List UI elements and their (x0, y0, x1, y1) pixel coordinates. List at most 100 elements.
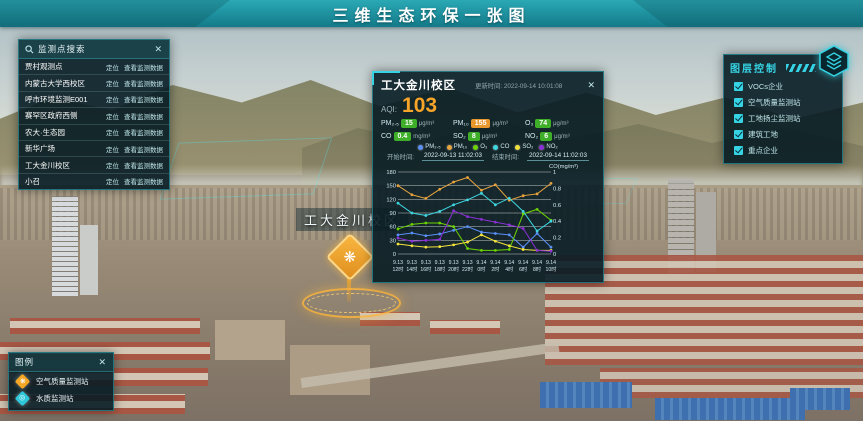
station-list-item[interactable]: 小召 定位 查看监测数据 (19, 173, 169, 189)
legend-label: CO (500, 144, 509, 150)
marker-diamond-icon: ❋ (15, 374, 31, 390)
station-locate-link[interactable]: 定位 (106, 94, 119, 104)
station-list-item[interactable]: 新华广场 定位 查看监测数据 (19, 140, 169, 156)
svg-text:CO(mg/m³): CO(mg/m³) (549, 164, 578, 170)
svg-text:6时: 6时 (519, 265, 527, 273)
pollutant-cell: SO₂ 8 μg/m³ (453, 132, 523, 141)
app-header: 三维生态环保一张图 (0, 0, 863, 27)
checkbox-checked-icon[interactable] (734, 98, 743, 107)
aqi-value: 103 (402, 95, 437, 116)
start-time-input[interactable]: 2022-09-13 11:02:03 (422, 152, 484, 161)
marker-glyph: ❋ (20, 378, 26, 385)
station-list-item[interactable]: 农大·生态园 定位 查看监测数据 (19, 124, 169, 140)
close-icon[interactable]: ✕ (98, 358, 107, 367)
pollutant-cell: O₃ 74 μg/m³ (525, 119, 595, 128)
station-list-item[interactable]: 呼市环境监测E001 定位 查看监测数据 (19, 91, 169, 107)
layers-hex-button[interactable] (817, 44, 851, 78)
pollutant-name: CO (381, 133, 392, 140)
pollutant-value-badge: 74 (535, 119, 551, 128)
station-name: 新华广场 (25, 143, 106, 154)
svg-text:10时: 10时 (546, 265, 557, 273)
layer-toggle-row[interactable]: VOCs企业 (724, 78, 842, 94)
pollutant-name: NO₂ (525, 133, 538, 140)
update-time-value: 2022-09-14 10:01:08 (504, 83, 562, 90)
checkbox-checked-icon[interactable] (734, 146, 743, 155)
legend-entry[interactable]: NO₂ (539, 144, 557, 150)
station-locate-link[interactable]: 定位 (106, 62, 119, 72)
layer-toggle-row[interactable]: 空气质量监测站 (724, 94, 842, 110)
layer-label: 重点企业 (748, 145, 778, 156)
time-range-row: 开始时间: 2022-09-13 11:02:03 结束时间: 2022-09-… (381, 152, 595, 161)
checkbox-checked-icon[interactable] (734, 130, 743, 139)
station-locate-link[interactable]: 定位 (106, 111, 119, 121)
pollutant-name: O₃ (525, 120, 533, 127)
svg-text:9.13: 9.13 (435, 260, 445, 266)
warehouse-blue (790, 388, 850, 410)
legend-entry[interactable]: PM₁₀ (447, 144, 468, 150)
station-locate-link[interactable]: 定位 (106, 176, 119, 186)
station-panel-title: 监测点搜索 (38, 43, 86, 55)
station-list-item[interactable]: 赛罕区政府西侧 定位 查看监测数据 (19, 107, 169, 123)
layer-label: 工地扬尘监测站 (748, 113, 801, 124)
legend-dot (515, 145, 520, 150)
legend-entry[interactable]: O₃ (473, 144, 487, 150)
layer-toggle-row[interactable]: 重点企业 (724, 142, 842, 158)
legend-dot (539, 145, 544, 150)
station-data-link[interactable]: 查看监测数据 (124, 62, 163, 72)
station-data-link[interactable]: 查看监测数据 (124, 144, 163, 154)
svg-text:9.14: 9.14 (504, 260, 514, 266)
svg-text:0.6: 0.6 (553, 203, 561, 209)
update-time: 更新时间: 2022-09-14 10:01:08 (475, 81, 562, 90)
close-icon[interactable]: ✕ (154, 45, 163, 54)
checkbox-checked-icon[interactable] (734, 82, 743, 91)
station-data-link[interactable]: 查看监测数据 (124, 127, 163, 137)
station-locate-link[interactable]: 定位 (106, 127, 119, 137)
layer-toggle-row[interactable]: 工地扬尘监测站 (724, 110, 842, 126)
close-icon[interactable]: ✕ (587, 81, 595, 90)
pollutant-grid: PM₂.₅ 15 μg/m³ PM₁₀ 155 μg/m³ O₃ 74 μg/m… (381, 119, 595, 141)
legend-label: PM₂.₅ (425, 144, 440, 150)
legend-entry[interactable]: PM₂.₅ (418, 144, 440, 150)
pollutant-cell: NO₂ 6 μg/m³ (525, 132, 595, 141)
svg-text:150: 150 (386, 184, 396, 190)
station-name: 贾村观测点 (25, 61, 106, 72)
station-data-link[interactable]: 查看监测数据 (124, 94, 163, 104)
svg-text:9.13: 9.13 (407, 260, 417, 266)
legend-entry[interactable]: SO₂ (515, 144, 533, 150)
station-data-link[interactable]: 查看监测数据 (124, 111, 163, 121)
svg-text:20时: 20时 (448, 265, 459, 273)
pollutant-unit: μg/m³ (482, 134, 497, 140)
svg-text:9.14: 9.14 (546, 260, 556, 266)
pollutant-name: PM₂.₅ (381, 120, 399, 127)
station-locate-link[interactable]: 定位 (106, 144, 119, 154)
svg-text:8时: 8时 (533, 265, 541, 273)
svg-text:18时: 18时 (434, 265, 445, 273)
svg-text:0.4: 0.4 (553, 219, 562, 225)
station-data-link[interactable]: 查看监测数据 (124, 160, 163, 170)
legend-label: O₃ (480, 144, 487, 150)
map-legend-panel: 图例 ✕ ❋ 空气质量监测站 ◎ 水质监测站 (8, 352, 114, 411)
svg-text:9.13: 9.13 (462, 260, 472, 266)
station-data-link[interactable]: 查看监测数据 (124, 176, 163, 186)
legend-entry[interactable]: CO (493, 144, 509, 150)
popup-title: 工大金川校区 (381, 77, 456, 93)
checkbox-checked-icon[interactable] (734, 114, 743, 123)
svg-text:0: 0 (553, 252, 556, 258)
station-list-item[interactable]: 内蒙古大学西校区 定位 查看监测数据 (19, 74, 169, 90)
fan-glyph: ❋ (344, 249, 357, 264)
station-list-item[interactable]: 工大金川校区 定位 查看监测数据 (19, 156, 169, 172)
station-data-link[interactable]: 查看监测数据 (124, 78, 163, 88)
pollutant-unit: μg/m³ (554, 134, 569, 140)
station-locate-link[interactable]: 定位 (106, 160, 119, 170)
svg-text:60: 60 (390, 225, 396, 231)
svg-text:120: 120 (386, 197, 396, 203)
svg-text:9.13: 9.13 (393, 260, 403, 266)
svg-text:1: 1 (553, 170, 556, 176)
pollutant-cell: PM₂.₅ 15 μg/m³ (381, 119, 451, 128)
station-list-item[interactable]: 贾村观测点 定位 查看监测数据 (19, 59, 169, 74)
station-locate-link[interactable]: 定位 (106, 78, 119, 88)
layer-toggle-row[interactable]: 建筑工地 (724, 126, 842, 142)
end-time-input[interactable]: 2022-09-14 11:02:03 (527, 152, 589, 161)
pollutant-unit: μg/m³ (492, 121, 507, 127)
layer-panel-title: 图层控制 (730, 60, 778, 75)
